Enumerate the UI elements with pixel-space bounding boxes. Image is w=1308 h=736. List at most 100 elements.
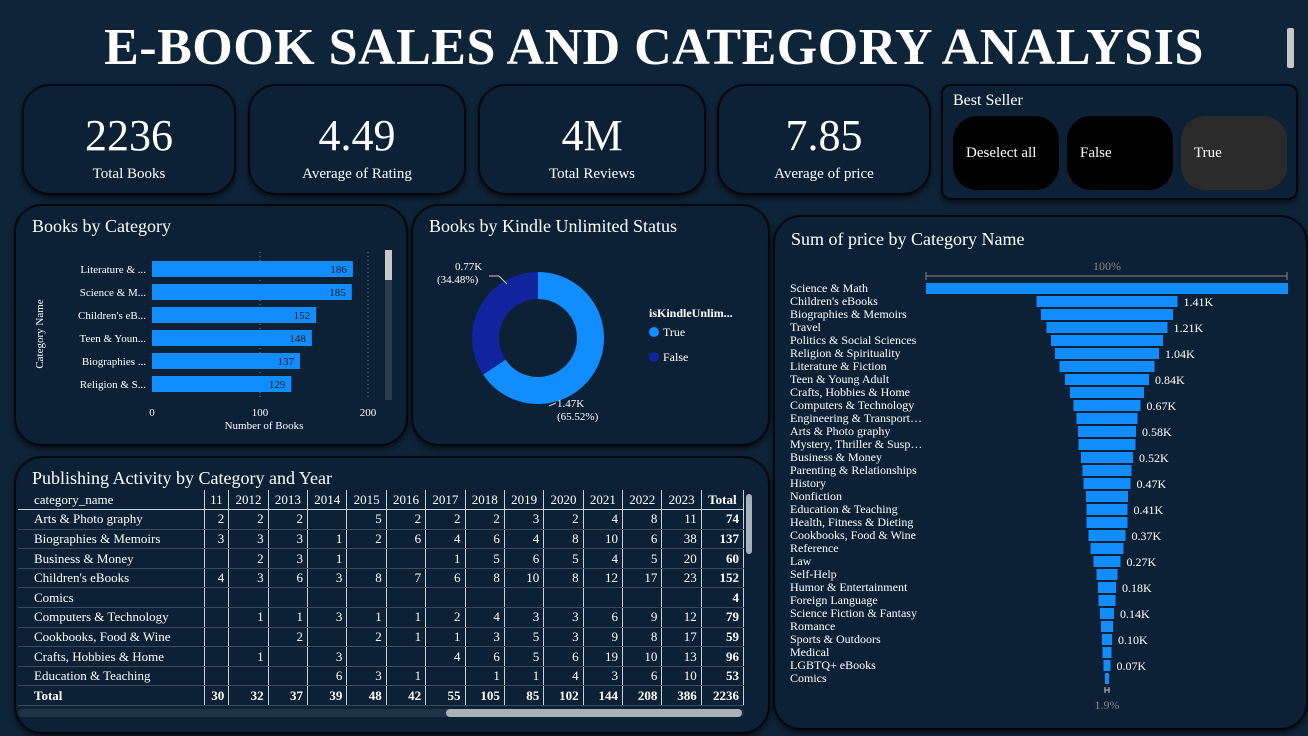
column-header[interactable]: 2016 bbox=[386, 490, 427, 511]
funnel-bar[interactable] bbox=[1103, 660, 1111, 671]
funnel-category-label: Arts & Photo graphy bbox=[790, 424, 890, 438]
table-cell bbox=[425, 587, 466, 609]
slicer-option-false[interactable]: False bbox=[1067, 116, 1173, 190]
chart-scrollbar-thumb[interactable] bbox=[385, 250, 392, 280]
table-cell: 3 bbox=[228, 568, 269, 589]
row-category: Children's eBooks bbox=[18, 568, 205, 589]
funnel-bar[interactable] bbox=[1090, 543, 1124, 554]
funnel-category-label: Cookbooks, Food & Wine bbox=[790, 528, 916, 542]
category-bar[interactable] bbox=[152, 261, 353, 277]
legend-marker-false[interactable] bbox=[649, 352, 659, 362]
funnel-bar[interactable] bbox=[1036, 296, 1178, 307]
slicer-option-true[interactable]: True bbox=[1181, 116, 1287, 190]
funnel-bar[interactable] bbox=[1081, 452, 1133, 463]
kpi-value: 2236 bbox=[85, 111, 173, 160]
funnel-bar[interactable] bbox=[1086, 491, 1128, 502]
column-header[interactable]: 11 bbox=[204, 490, 230, 511]
kpi-average-price: 7.85 Average of price bbox=[717, 84, 931, 195]
matrix-vertical-scrollbar[interactable] bbox=[746, 494, 752, 554]
donut-label-false-value: 0.77K bbox=[455, 261, 482, 273]
column-header[interactable]: 2014 bbox=[307, 490, 348, 511]
kpi-label: Average of Rating bbox=[302, 166, 412, 182]
funnel-bar[interactable] bbox=[1086, 517, 1128, 528]
slicer-option-deselect-all[interactable]: Deselect all bbox=[953, 116, 1059, 190]
funnel-bar[interactable] bbox=[1088, 530, 1126, 541]
funnel-bar[interactable] bbox=[1102, 634, 1112, 645]
funnel-category-label: Education & Teaching bbox=[790, 502, 898, 516]
funnel-bar[interactable] bbox=[1096, 569, 1118, 580]
column-header[interactable]: 2023 bbox=[661, 490, 702, 511]
column-header[interactable]: 2019 bbox=[504, 490, 545, 511]
donut-slice-false[interactable] bbox=[472, 272, 538, 375]
funnel-bar[interactable] bbox=[1065, 374, 1149, 385]
funnel-bar[interactable] bbox=[1078, 439, 1136, 450]
column-header[interactable]: Total bbox=[701, 490, 745, 511]
kpi-value: 4.49 bbox=[318, 111, 396, 160]
kpi-label: Average of price bbox=[774, 166, 874, 182]
table-cell bbox=[346, 548, 387, 569]
table-cell bbox=[346, 587, 387, 609]
funnel-bar[interactable] bbox=[1055, 348, 1159, 359]
column-header[interactable]: 2015 bbox=[346, 490, 387, 511]
column-header[interactable]: 2017 bbox=[425, 490, 466, 511]
bar-value-label: 137 bbox=[277, 356, 294, 368]
funnel-bar[interactable] bbox=[1051, 335, 1163, 346]
table-cell: 5 bbox=[465, 548, 505, 569]
funnel-bar[interactable] bbox=[1098, 595, 1116, 606]
table-cell bbox=[661, 587, 702, 609]
funnel-bar[interactable] bbox=[1102, 647, 1112, 658]
funnel-bar[interactable] bbox=[1086, 504, 1128, 515]
table-cell: 6 bbox=[622, 666, 663, 687]
funnel-value-label: 0.41K bbox=[1134, 503, 1164, 517]
matrix-horizontal-scrollbar[interactable] bbox=[18, 709, 744, 717]
kindle-unlimited-card: Books by Kindle Unlimited Status 0.77K (… bbox=[411, 204, 770, 446]
column-header-category[interactable]: category_name bbox=[18, 490, 205, 511]
price-by-category-card: Sum of price by Category Name 100% Scien… bbox=[773, 215, 1308, 730]
table-row: Crafts, Hobbies & Home 1 3 4 6 5 6 19 10 13 96 bbox=[18, 646, 745, 667]
category-bar[interactable] bbox=[152, 330, 312, 346]
funnel-bar[interactable] bbox=[1059, 361, 1155, 372]
page-scrollbar[interactable] bbox=[1287, 28, 1294, 68]
legend-label-false[interactable]: False bbox=[663, 350, 688, 364]
category-bar[interactable] bbox=[152, 284, 352, 300]
x-tick-label: 0 bbox=[149, 407, 155, 419]
table-cell: 3 bbox=[268, 548, 309, 569]
funnel-bar[interactable] bbox=[1098, 582, 1116, 593]
legend-label-true[interactable]: True bbox=[663, 325, 685, 339]
funnel-bar[interactable] bbox=[1093, 556, 1121, 567]
funnel-bar[interactable] bbox=[1101, 621, 1113, 632]
legend-marker-true[interactable] bbox=[649, 327, 659, 337]
funnel-bar[interactable] bbox=[926, 283, 1288, 294]
column-header[interactable]: 2018 bbox=[465, 490, 505, 511]
row-category: Education & Teaching bbox=[18, 666, 205, 687]
funnel-bar[interactable] bbox=[1082, 465, 1132, 476]
column-header[interactable]: 2020 bbox=[543, 490, 584, 511]
table-cell: 79 bbox=[701, 607, 745, 628]
column-header[interactable]: 2021 bbox=[583, 490, 624, 511]
table-cell bbox=[204, 666, 230, 687]
table-cell: 96 bbox=[701, 646, 745, 667]
funnel-bar[interactable] bbox=[1078, 426, 1136, 437]
table-cell: 8 bbox=[543, 568, 584, 589]
category-bar[interactable] bbox=[152, 307, 317, 323]
table-cell: 2 bbox=[465, 509, 505, 530]
table-cell: 6 bbox=[583, 607, 624, 628]
column-header[interactable]: 2013 bbox=[268, 490, 309, 511]
column-header[interactable]: 2022 bbox=[622, 490, 663, 511]
bar-value-label: 186 bbox=[330, 264, 347, 276]
funnel-bar[interactable] bbox=[1076, 413, 1138, 424]
funnel-bar[interactable] bbox=[1073, 400, 1141, 411]
column-header[interactable]: 2012 bbox=[228, 490, 269, 511]
leader-line bbox=[548, 402, 557, 407]
funnel-bar[interactable] bbox=[1100, 608, 1114, 619]
scrollbar-thumb[interactable] bbox=[446, 709, 742, 717]
table-cell: 2 bbox=[425, 607, 466, 628]
funnel-bar[interactable] bbox=[1070, 387, 1144, 398]
table-cell: 3 bbox=[307, 568, 348, 589]
bar-value-label: 185 bbox=[329, 287, 346, 299]
table-cell: 10 bbox=[622, 646, 663, 667]
funnel-bar[interactable] bbox=[1083, 478, 1131, 489]
funnel-bar[interactable] bbox=[1046, 322, 1168, 333]
funnel-bar[interactable] bbox=[1105, 673, 1109, 684]
funnel-bar[interactable] bbox=[1041, 309, 1173, 320]
